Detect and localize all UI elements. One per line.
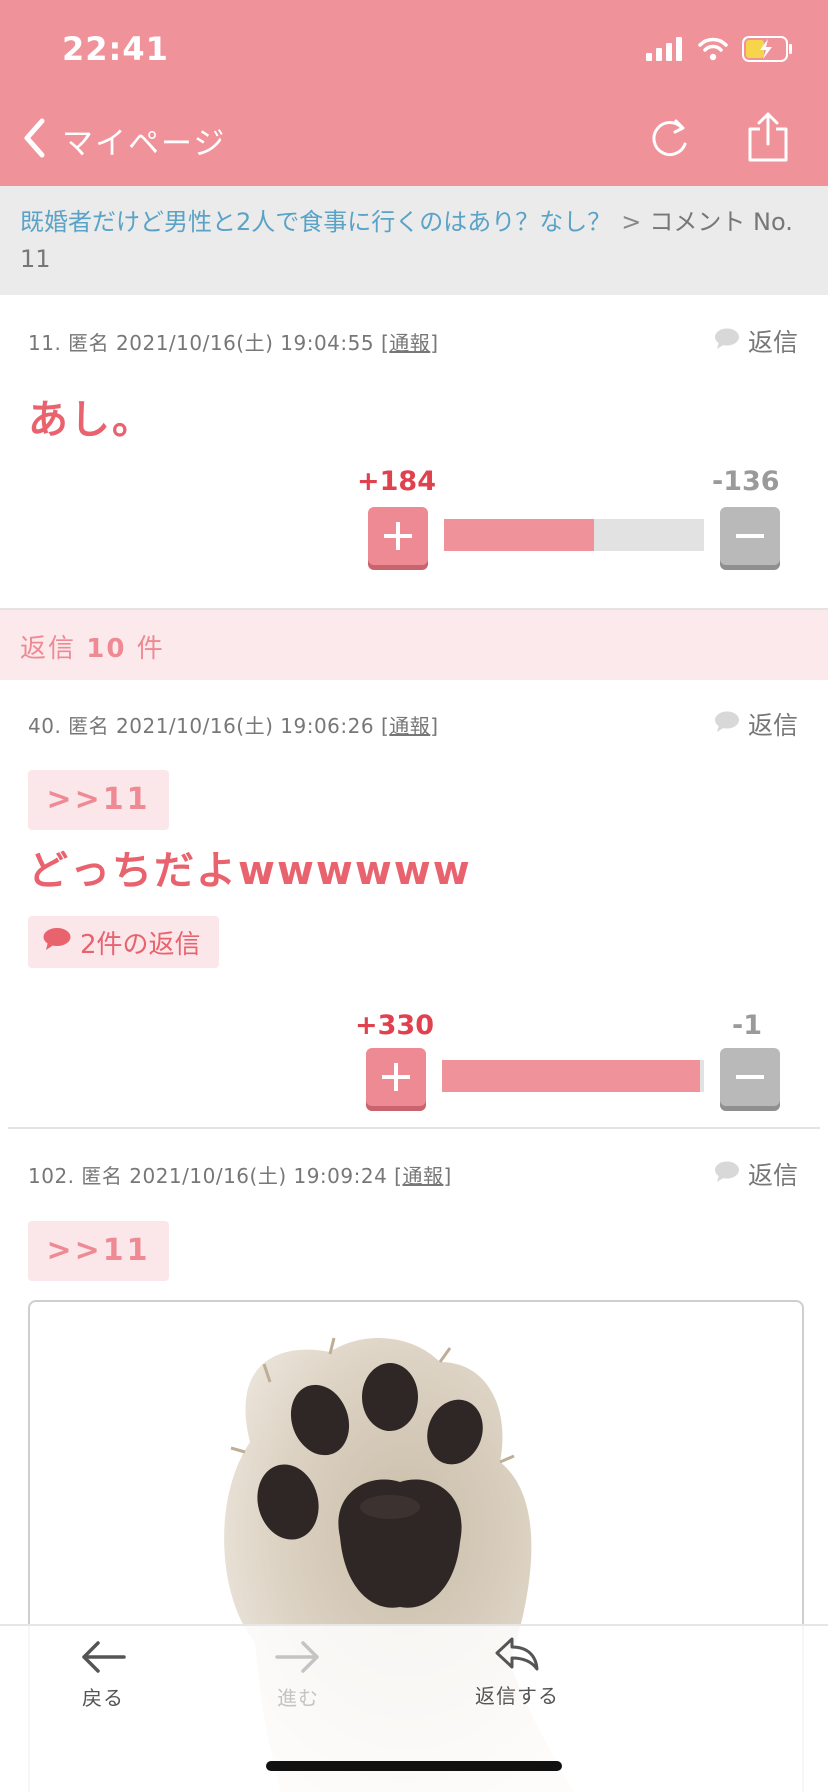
minus-vote-button[interactable]: [720, 507, 780, 565]
comment-datetime: 2021/10/16(土) 19:04:55: [116, 331, 375, 355]
comment-datetime: 2021/10/16(土) 19:09:24: [129, 1164, 388, 1188]
plus-vote-button[interactable]: [366, 1048, 426, 1106]
replies-chip-label: 2件の返信: [80, 929, 201, 960]
toolbar-forward-label: 進む: [277, 1686, 319, 1710]
reply-label: 返信: [747, 1161, 798, 1190]
vote-ratio-bar: [442, 1060, 704, 1092]
breadcrumb: 既婚者だけど男性と2人で食事に行くのはあり？なし？ > コメント No. 11: [0, 186, 828, 295]
toolbar-back-button[interactable]: 戻る: [38, 1640, 168, 1711]
report-link[interactable]: 通報: [389, 714, 430, 738]
status-time: 22:41: [62, 30, 169, 68]
home-indicator: [266, 1761, 562, 1771]
reply-label: 返信: [747, 711, 798, 740]
reply-count-band[interactable]: 返信 10 件: [0, 608, 828, 680]
vote-ratio-fill: [442, 1060, 701, 1092]
vote-ratio-fill: [444, 519, 594, 551]
toolbar-forward-button[interactable]: 進む: [233, 1640, 363, 1711]
plus-count: +184: [357, 466, 436, 497]
comment-number: 102.: [28, 1164, 75, 1188]
reply-count-prefix: 返信: [20, 634, 77, 664]
report-bracket-close: ]: [430, 331, 439, 355]
toolbar-reply-button[interactable]: 返信する: [452, 1636, 582, 1709]
reply-button[interactable]: 返信: [714, 706, 798, 742]
minus-count: -1: [732, 1010, 762, 1041]
speech-bubble-icon: [714, 1160, 740, 1189]
comment-meta: 40. 匿名 2021/10/16(土) 19:06:26 [通報]: [28, 710, 439, 739]
report-bracket-close: ]: [430, 714, 439, 738]
nav-row: マイページ: [0, 110, 828, 170]
status-icons: [646, 36, 794, 66]
toolbar-back-label: 戻る: [82, 1686, 124, 1710]
comment-author: 匿名: [81, 1164, 123, 1188]
toolbar-reply-label: 返信する: [475, 1684, 559, 1708]
report-link[interactable]: 通報: [402, 1164, 443, 1188]
comment-datetime: 2021/10/16(土) 19:06:26: [116, 714, 375, 738]
reply-arrow-icon: [494, 1637, 540, 1676]
reply-button[interactable]: 返信: [714, 1156, 798, 1192]
replies-chip[interactable]: 2件の返信: [28, 916, 219, 968]
report-link[interactable]: 通報: [389, 331, 430, 355]
reply-count-suffix: 件: [136, 634, 165, 664]
comment-author: 匿名: [68, 331, 110, 355]
arrow-left-icon: [80, 1641, 126, 1678]
screen: 22:41 マイページ 既婚者だけど男性と2人で食事に行くのはあり？なし？ > …: [0, 0, 828, 1792]
report-bracket-close: ]: [443, 1164, 452, 1188]
breadcrumb-topic-link[interactable]: 既婚者だけど男性と2人で食事に行くのはあり？なし？: [20, 208, 611, 236]
speech-bubble-icon: [714, 710, 740, 739]
arrow-right-icon: [275, 1641, 321, 1678]
reload-icon[interactable]: [646, 116, 692, 162]
battery-icon: [742, 36, 794, 66]
reply-count-text: 返信 10 件: [20, 628, 165, 665]
share-icon[interactable]: [746, 112, 790, 164]
back-label: マイページ: [62, 125, 227, 162]
divider: [8, 1127, 820, 1129]
vote-ratio-bar: [444, 519, 704, 551]
signal-icon: [646, 37, 684, 65]
comment-author: 匿名: [68, 714, 110, 738]
comment-meta: 11. 匿名 2021/10/16(土) 19:04:55 [通報]: [28, 327, 439, 356]
anchor-link[interactable]: >>11: [28, 1221, 169, 1281]
back-button[interactable]: マイページ: [22, 110, 226, 170]
minus-vote-button[interactable]: [720, 1048, 780, 1106]
reply-comment: 102. 匿名 2021/10/16(土) 19:09:24 [通報] 返信 >…: [0, 1130, 828, 1300]
comment-meta: 102. 匿名 2021/10/16(土) 19:09:24 [通報]: [28, 1160, 452, 1189]
comment-number: 11.: [28, 331, 62, 355]
speech-bubble-icon: [714, 327, 740, 356]
plus-count: +330: [355, 1010, 434, 1041]
plus-vote-button[interactable]: [368, 507, 428, 565]
comment-body: どっちだよwwwwww: [28, 848, 472, 894]
comment-body: あし。: [28, 397, 154, 443]
reply-button[interactable]: 返信: [714, 323, 798, 359]
main-comment: 11. 匿名 2021/10/16(土) 19:04:55 [通報] 返信 あし…: [0, 295, 828, 608]
chevron-left-icon: [22, 118, 46, 162]
reply-comment: 40. 匿名 2021/10/16(土) 19:06:26 [通報] 返信 >>…: [0, 680, 828, 1128]
wifi-icon: [698, 37, 728, 65]
comment-number: 40.: [28, 714, 62, 738]
reply-count-number: 10: [86, 634, 127, 664]
header-bar: 22:41 マイページ: [0, 0, 828, 186]
breadcrumb-separator: >: [621, 208, 642, 236]
minus-count: -136: [712, 466, 780, 497]
reply-label: 返信: [747, 328, 798, 357]
anchor-link[interactable]: >>11: [28, 770, 169, 830]
speech-bubble-icon: [42, 927, 72, 958]
